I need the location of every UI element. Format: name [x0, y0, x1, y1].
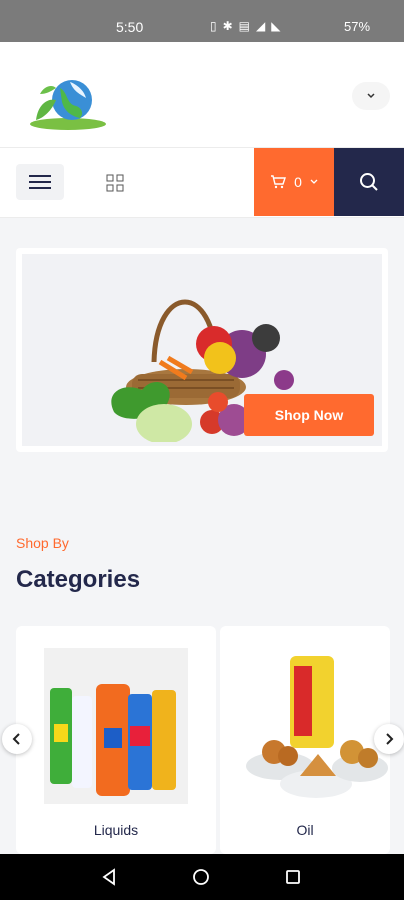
status-icons: ▯ ✱ ▤ ◢ ◣ [210, 19, 280, 33]
category-label: Liquids [93, 822, 139, 838]
hero-inner: Shop Now [22, 254, 382, 446]
battery-percent: 57% [344, 19, 371, 34]
section-title: Categories [16, 566, 141, 593]
carousel-prev-button[interactable] [2, 724, 32, 754]
header-dropdown[interactable] [352, 82, 390, 110]
cart-button[interactable]: 0 [254, 148, 334, 216]
logo-header [0, 42, 404, 148]
recent-apps-icon[interactable] [284, 868, 302, 886]
cart-icon [271, 175, 287, 189]
android-nav-bar [0, 854, 404, 900]
chevron-down-icon [367, 93, 375, 99]
category-card-oil[interactable]: Oil [220, 626, 390, 854]
hamburger-icon [29, 175, 51, 189]
detergent-bottles-image [44, 648, 188, 804]
hero-banner: Shop Now [16, 248, 388, 452]
cart-count: 0 [294, 174, 302, 190]
status-time: 5:50 [116, 19, 144, 35]
volte-icon: ▤ [238, 19, 251, 33]
home-icon[interactable] [192, 868, 210, 886]
vibrate-icon: ▯ [210, 19, 217, 33]
section-kicker: Shop By [16, 535, 69, 551]
chevron-down-icon [310, 179, 318, 184]
wifi-icon: ◣ [271, 19, 281, 33]
back-icon[interactable] [100, 868, 118, 886]
search-button[interactable] [334, 148, 404, 216]
grid-icon [106, 174, 124, 192]
menu-button[interactable] [16, 164, 64, 200]
category-label: Oil [296, 822, 314, 838]
brand-logo[interactable] [26, 70, 110, 134]
signal-icon: ◢ [256, 19, 266, 33]
carousel-next-button[interactable] [374, 724, 404, 754]
search-icon [360, 173, 378, 191]
oil-snacks-image [246, 656, 388, 798]
chevron-right-icon [386, 733, 394, 745]
grid-view-button[interactable] [100, 168, 130, 198]
nav-bar: 0 [0, 148, 404, 218]
shop-now-button[interactable]: Shop Now [244, 394, 374, 436]
category-card-liquids[interactable]: Liquids [16, 626, 216, 854]
bluetooth-icon: ✱ [222, 19, 233, 33]
status-bar: 5:50 ▯ ✱ ▤ ◢ ◣ 57% [0, 0, 404, 42]
chevron-left-icon [12, 733, 20, 745]
